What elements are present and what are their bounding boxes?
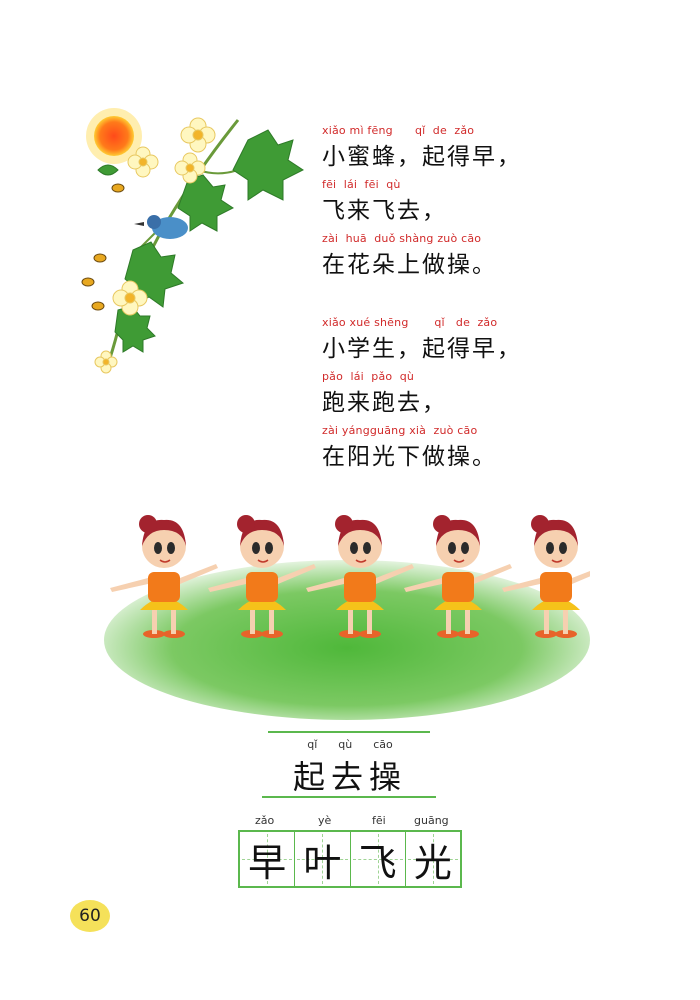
character-writing-grid: 早 叶 飞 光 — [238, 830, 462, 888]
poem-stanza-1: xiǎo mì fēng qǐ de zǎo 小蜜蜂，起得早， fēi lái … — [322, 124, 572, 286]
pinyin-line: zài huā duǒ shàng zuò cāo — [322, 232, 482, 245]
grid-character: 飞 — [358, 840, 397, 885]
poem-stanza-2: xiǎo xué shēng qǐ de zǎo 小学生，起得早， pǎo lá… — [322, 316, 572, 478]
verse-line: zài yángguāng xià zuò cāo 在阳光下做操。 — [322, 424, 572, 478]
children-exercise-illustration — [104, 514, 590, 720]
chinese-line: 飞来飞去， — [322, 198, 447, 224]
grid-character: 早 — [248, 840, 287, 885]
pinyin-line: zài yángguāng xià zuò cāo — [322, 424, 478, 437]
grid-cell: 飞 — [351, 832, 406, 886]
page-number: 60 — [70, 900, 110, 932]
word-pinyin: zǎo — [255, 814, 275, 827]
pinyin-line: pǎo lái pǎo qù — [322, 370, 415, 383]
grid-cell: 叶 — [295, 832, 351, 886]
title-rule-bottom — [262, 796, 436, 798]
lesson-title: 起去操 — [292, 758, 407, 796]
chinese-line: 小蜜蜂，起得早， — [322, 144, 522, 170]
pinyin-line: fēi lái fēi qù — [322, 178, 401, 191]
chinese-line: 在花朵上做操。 — [322, 252, 497, 278]
grid-cell: 光 — [406, 832, 460, 886]
word-pinyin: fēi — [372, 814, 386, 827]
verse-line: xiǎo mì fēng qǐ de zǎo 小蜜蜂，起得早， — [322, 124, 572, 178]
bird-icon — [134, 215, 188, 239]
verse-line: pǎo lái pǎo qù 跑来跑去， — [322, 370, 572, 424]
verse-line: fēi lái fēi qù 飞来飞去， — [322, 178, 572, 232]
flower-illustration — [81, 108, 304, 374]
chinese-line: 小学生，起得早， — [322, 336, 522, 362]
word-pinyin: yè — [318, 814, 332, 827]
chinese-line: 跑来跑去， — [322, 390, 447, 416]
title-rule-top — [268, 731, 430, 733]
pinyin-line: xiǎo mì fēng qǐ de zǎo — [322, 124, 475, 137]
grid-character: 叶 — [303, 840, 342, 885]
chinese-line: 在阳光下做操。 — [322, 444, 497, 470]
title-pinyin: qǐ qù cāo — [307, 738, 393, 751]
verse-line: xiǎo xué shēng qǐ de zǎo 小学生，起得早， — [322, 316, 572, 370]
grid-character: 光 — [413, 840, 452, 885]
grid-cell: 早 — [240, 832, 296, 886]
word-pinyin: guāng — [414, 814, 449, 827]
pinyin-line: xiǎo xué shēng qǐ de zǎo — [322, 316, 498, 329]
verse-line: zài huā duǒ shàng zuò cāo 在花朵上做操。 — [322, 232, 572, 286]
